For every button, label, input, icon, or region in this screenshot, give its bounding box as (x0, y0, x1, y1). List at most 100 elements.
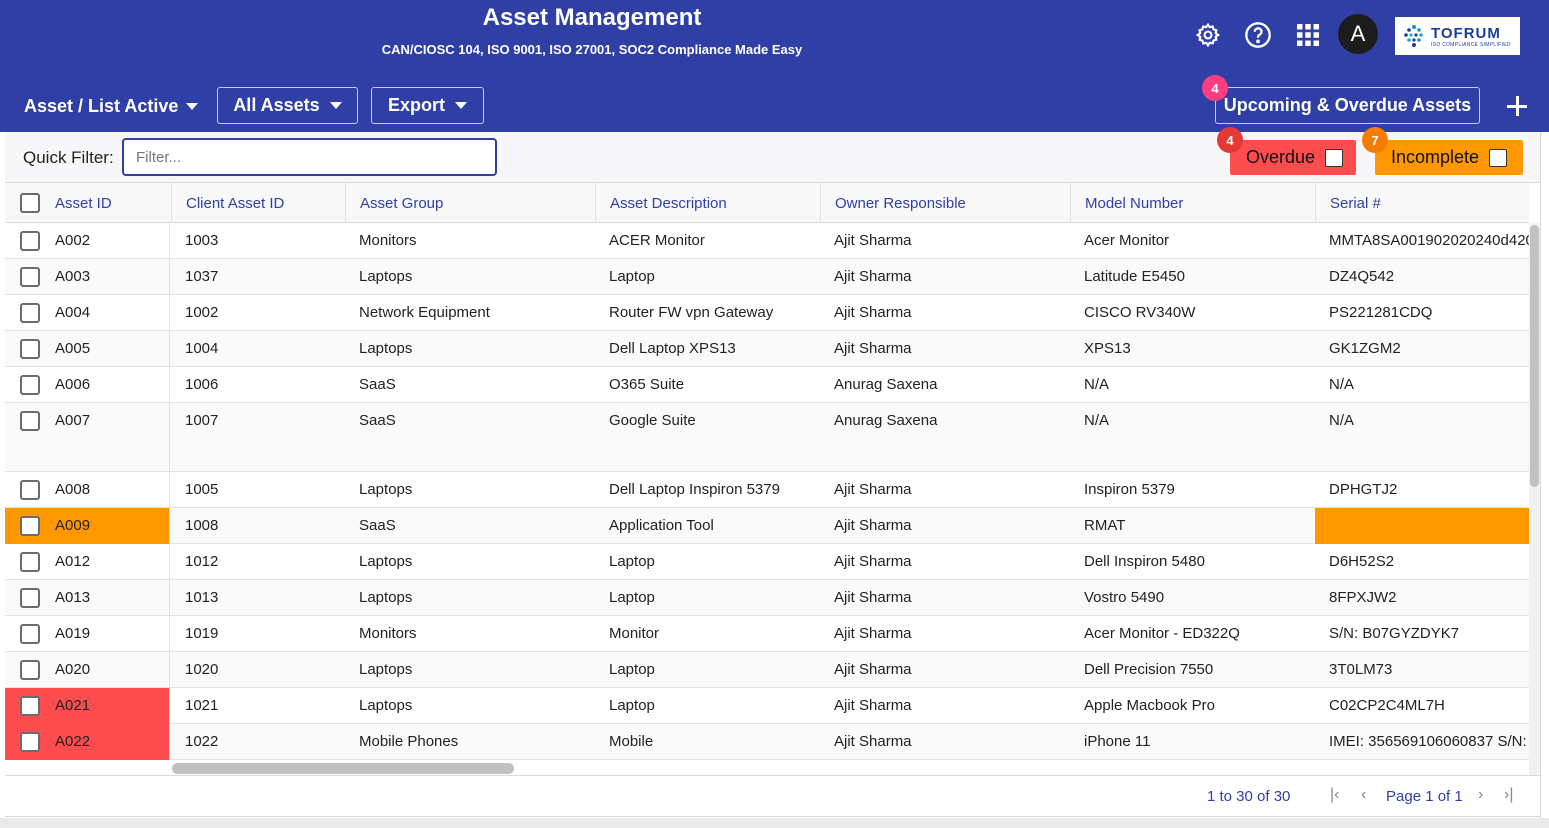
cell-asset-description: Laptop (609, 661, 655, 678)
cell-asset-description: Laptop (609, 589, 655, 606)
upcoming-overdue-button[interactable]: Upcoming & Overdue Assets (1215, 87, 1480, 124)
avatar[interactable]: A (1338, 14, 1378, 54)
row-checkbox[interactable] (20, 411, 40, 431)
cell-client-asset-id: 1004 (185, 340, 219, 357)
column-header-owner-responsible[interactable]: Owner Responsible (820, 183, 1070, 223)
chevron-down-icon (329, 102, 342, 109)
table-row[interactable]: A003 1037 Laptops Laptop Ajit Sharma Latitude… (5, 259, 1529, 295)
select-all-checkbox[interactable] (20, 193, 40, 213)
all-assets-label: All Assets (233, 95, 320, 115)
table-row[interactable]: A008 1005 Laptops Dell Laptop Inspiron 5379… (5, 472, 1529, 508)
row-checkbox[interactable] (20, 231, 40, 251)
cell-serial: MMTA8SA001902020240d4200 (1329, 232, 1529, 249)
incomplete-filter-button[interactable]: Incomplete (1375, 140, 1523, 175)
cell-asset-description: Google Suite (609, 412, 696, 429)
table-row[interactable]: A005 1004 Laptops Dell Laptop XPS13 Ajit Sha… (5, 331, 1529, 367)
window-bottom-edge (0, 818, 1549, 828)
cell-model-number: Acer Monitor (1084, 232, 1170, 249)
cell-asset-group: SaaS (359, 517, 396, 534)
row-checkbox[interactable] (20, 624, 40, 644)
incomplete-checkbox[interactable] (1489, 148, 1508, 167)
row-checkbox[interactable] (20, 375, 40, 395)
logo-dots-icon (1404, 25, 1423, 47)
column-header-asset-group[interactable]: Asset Group (345, 183, 595, 223)
table-row[interactable]: A006 1006 SaaS O365 Suite Anurag Saxena N/A N/… (5, 367, 1529, 403)
chevron-down-icon (455, 102, 467, 109)
table-row[interactable]: A012 1012 Laptops Laptop Ajit Sharma Dell Ins… (5, 544, 1529, 580)
help-circle-icon[interactable] (1243, 20, 1273, 50)
cell-serial: DPHGTJ2 (1329, 481, 1398, 498)
cell-model-number: Apple Macbook Pro (1084, 697, 1215, 714)
cell-asset-group: Laptops (359, 661, 413, 678)
vertical-scrollbar-thumb[interactable] (1530, 225, 1539, 487)
overdue-checkbox[interactable] (1325, 148, 1344, 167)
previous-page-icon[interactable]: ‹ (1361, 786, 1366, 804)
row-checkbox[interactable] (20, 552, 40, 572)
table-row[interactable]: A007 1007 SaaS Google Suite Anurag Saxena N/A… (5, 403, 1529, 472)
table-row[interactable]: A020 1020 Laptops Laptop Ajit Sharma Dell Pre… (5, 652, 1529, 688)
cell-asset-group: Monitors (359, 625, 417, 642)
row-checkbox[interactable] (20, 660, 40, 680)
cell-asset-group: Laptops (359, 481, 413, 498)
cell-asset-group: Laptops (359, 697, 413, 714)
cell-asset-description: ACER Monitor (609, 232, 705, 249)
cell-asset-description: Mobile (609, 733, 654, 750)
cell-owner-responsible: Ajit Sharma (834, 304, 912, 321)
cell-serial: N/A (1329, 412, 1355, 429)
row-checkbox[interactable] (20, 339, 40, 359)
cell-model-number: Latitude E5450 (1084, 268, 1185, 285)
table-row[interactable]: A004 1002 Network Equipment Router FW vpn G… (5, 295, 1529, 331)
table-row[interactable]: A022 1022 Mobile Phones Mobile Ajit Sharma iP… (5, 724, 1529, 760)
row-checkbox[interactable] (20, 732, 40, 752)
panel-border (1540, 132, 1541, 818)
row-checkbox[interactable] (20, 696, 40, 716)
cell-client-asset-id: 1012 (185, 553, 219, 570)
table-row[interactable]: A009 1008 SaaS Application Tool Ajit Sharma R… (5, 508, 1529, 544)
cell-owner-responsible: Anurag Saxena (834, 412, 938, 429)
overdue-filter-label: Overdue (1246, 147, 1316, 167)
overdue-filter-button[interactable]: Overdue (1230, 140, 1356, 175)
cell-owner-responsible: Ajit Sharma (834, 625, 912, 642)
cell-model-number: N/A (1084, 376, 1110, 393)
column-header-asset-id[interactable]: Asset ID (41, 183, 112, 223)
next-page-icon[interactable]: › (1478, 786, 1483, 804)
column-header-model-number[interactable]: Model Number (1070, 183, 1315, 223)
plus-icon[interactable] (1504, 93, 1530, 119)
row-checkbox[interactable] (20, 303, 40, 323)
table-row[interactable]: A002 1003 Monitors ACER Monitor Ajit Sharma A… (5, 223, 1529, 259)
apps-grid-icon[interactable] (1293, 20, 1323, 50)
table-row[interactable]: A019 1019 Monitors Monitor Ajit Sharma Acer M… (5, 616, 1529, 652)
cell-client-asset-id: 1008 (185, 517, 219, 534)
cell-client-asset-id: 1019 (185, 625, 219, 642)
cell-client-asset-id: 1013 (185, 589, 219, 606)
cell-model-number: RMAT (1084, 517, 1126, 534)
column-header-serial[interactable]: Serial # (1315, 183, 1529, 223)
column-header-client-asset-id[interactable]: Client Asset ID (171, 183, 345, 223)
cell-owner-responsible: Ajit Sharma (834, 481, 912, 498)
table-row[interactable]: A013 1013 Laptops Laptop Ajit Sharma Vostro 5… (5, 580, 1529, 616)
cell-model-number: iPhone 11 (1084, 733, 1151, 750)
export-dropdown[interactable]: Export (371, 87, 484, 124)
first-page-icon[interactable]: |‹ (1330, 786, 1339, 804)
cell-asset-group: Laptops (359, 589, 413, 606)
cell-model-number: CISCO RV340W (1084, 304, 1196, 321)
cell-asset-description: Dell Laptop XPS13 (609, 340, 736, 357)
quick-filter-input[interactable] (122, 138, 497, 176)
cell-serial (1315, 508, 1529, 544)
view-menu-label: Asset / List Active (24, 96, 179, 116)
cell-owner-responsible: Ajit Sharma (834, 697, 912, 714)
cell-client-asset-id: 1007 (185, 412, 219, 429)
last-page-icon[interactable]: ›| (1504, 786, 1513, 804)
column-header-asset-description[interactable]: Asset Description (595, 183, 820, 223)
incomplete-count-badge: 7 (1362, 127, 1388, 153)
row-checkbox[interactable] (20, 588, 40, 608)
table-row[interactable]: A021 1021 Laptops Laptop Ajit Sharma Apple Ma… (5, 688, 1529, 724)
row-checkbox[interactable] (20, 516, 40, 536)
all-assets-dropdown[interactable]: All Assets (217, 87, 358, 124)
horizontal-scrollbar-thumb[interactable] (172, 763, 514, 774)
row-checkbox[interactable] (20, 480, 40, 500)
page-indicator-text: Page 1 of 1 (1386, 788, 1463, 805)
gear-icon[interactable] (1193, 20, 1223, 50)
row-checkbox[interactable] (20, 267, 40, 287)
view-menu[interactable]: Asset / List Active (24, 96, 199, 117)
